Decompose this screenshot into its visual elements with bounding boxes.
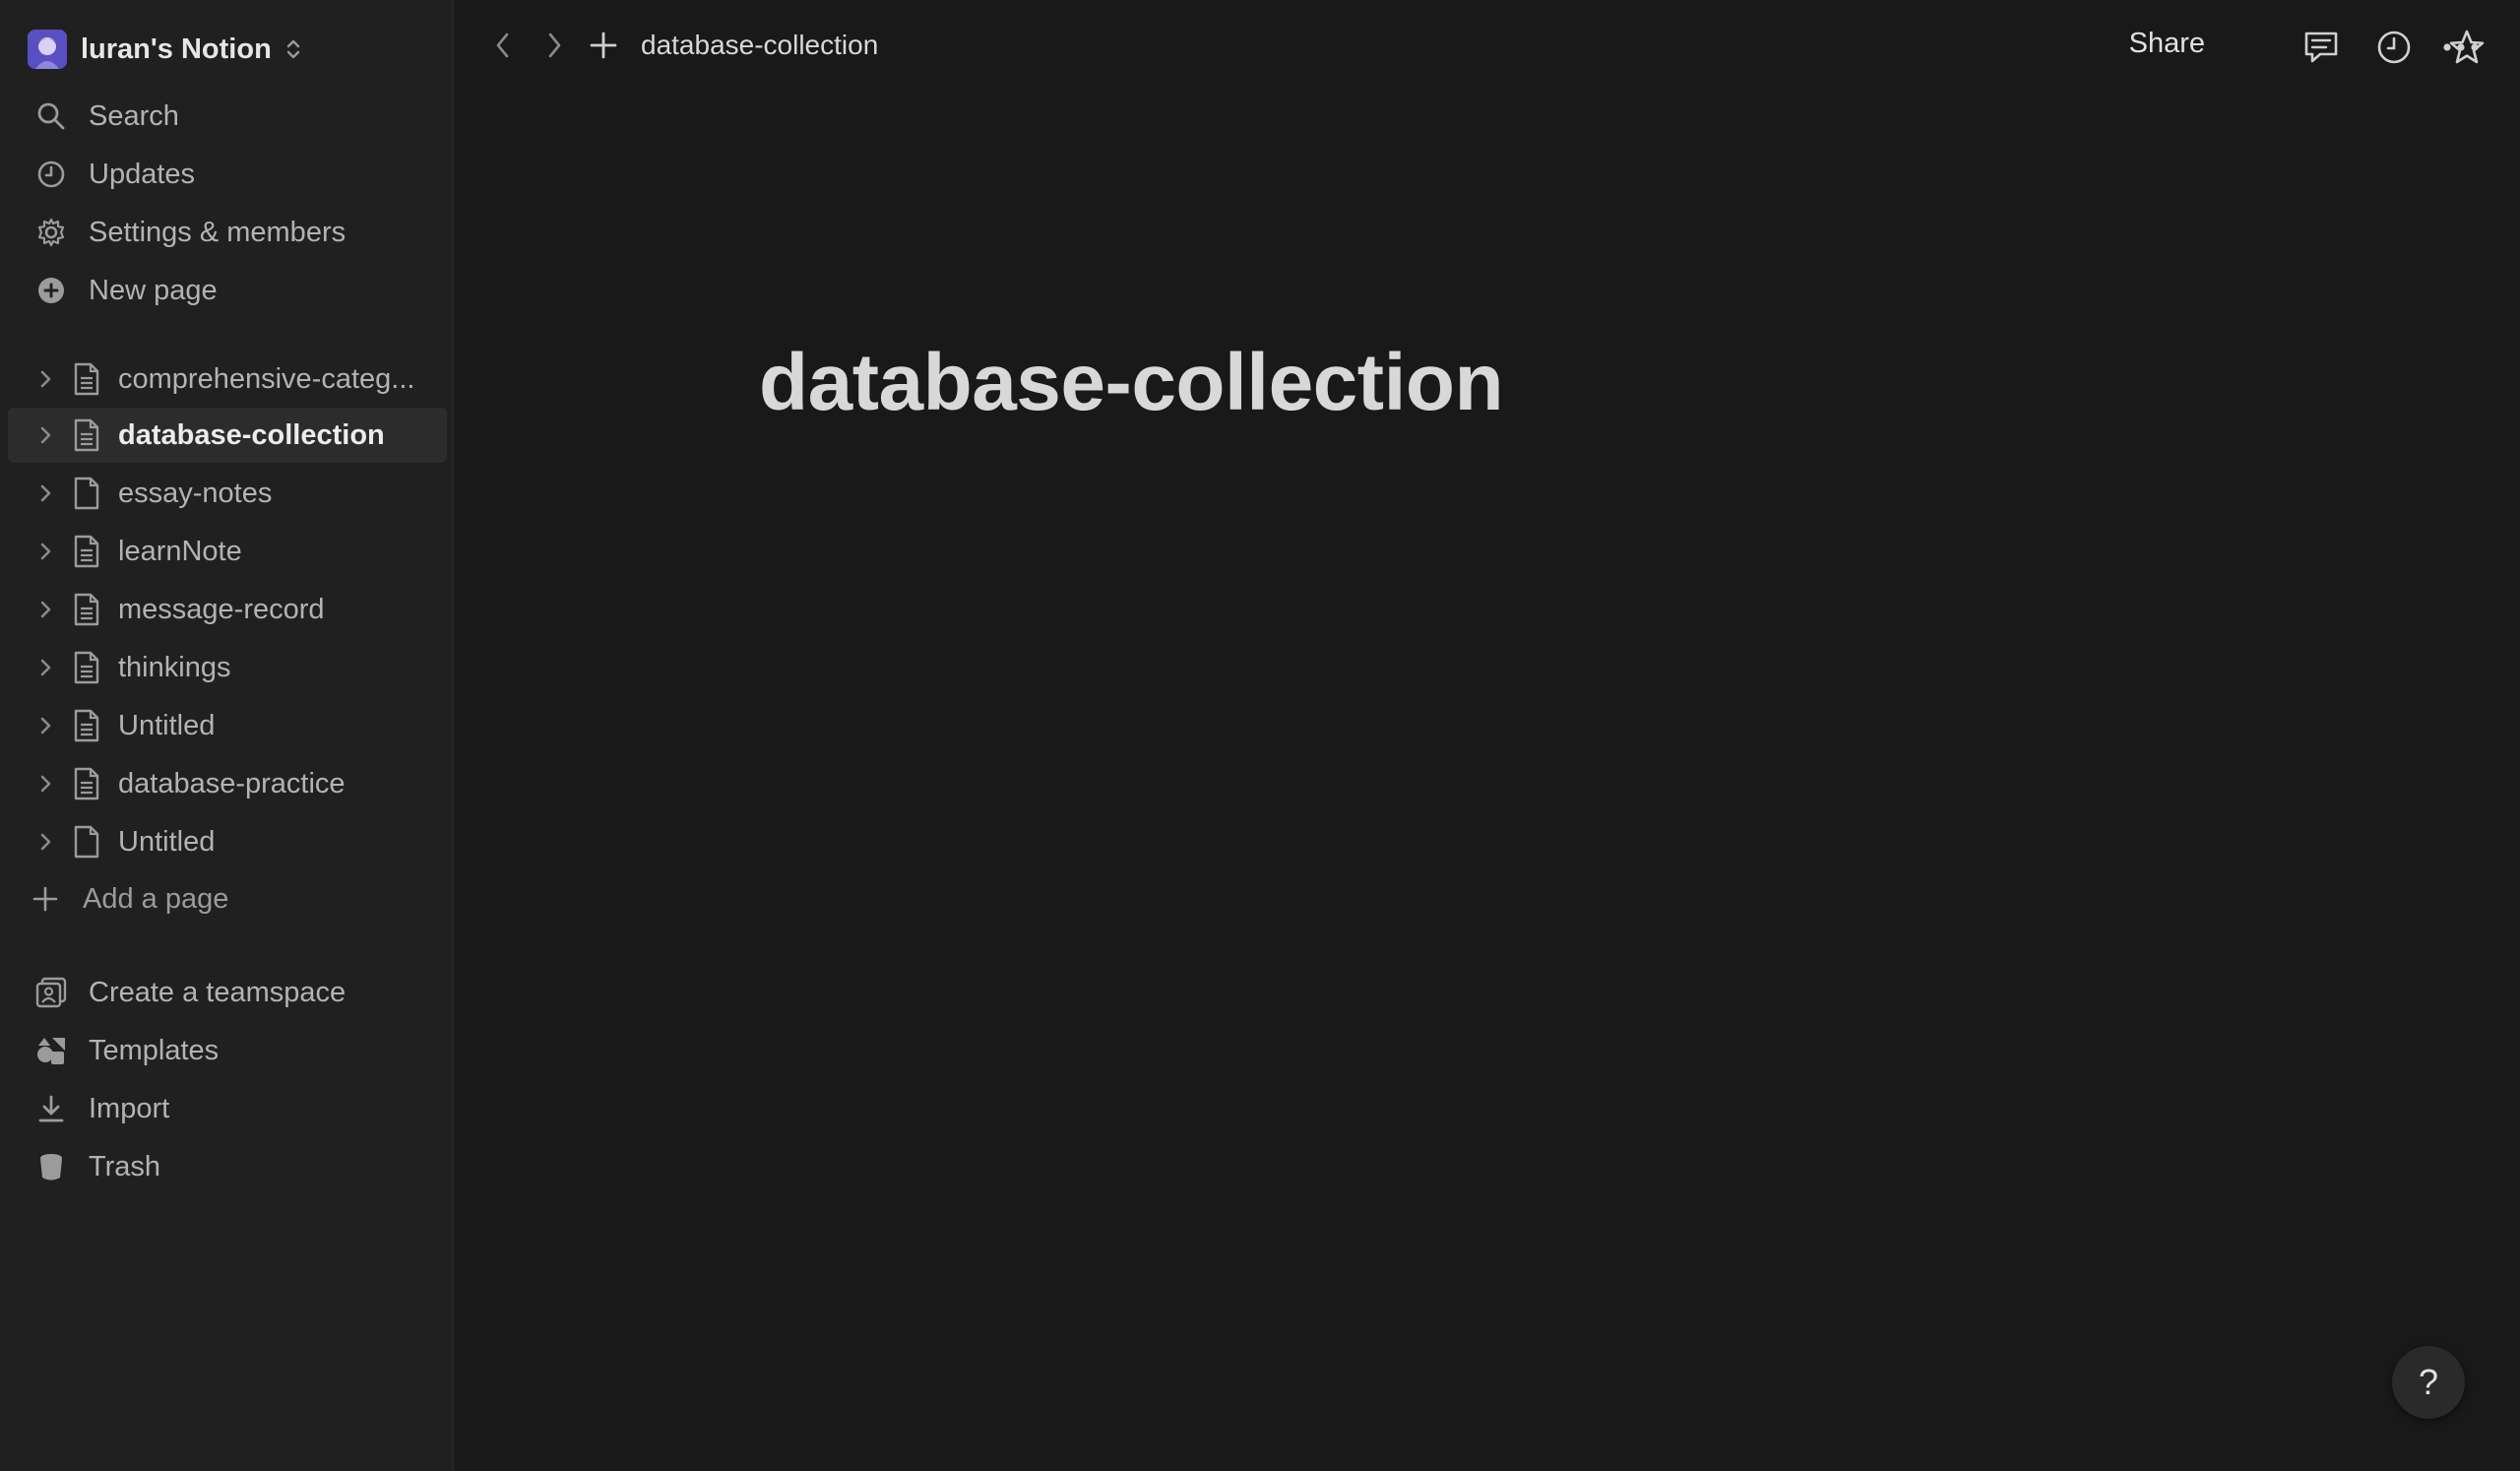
download-icon <box>33 1091 69 1126</box>
chevron-right-icon[interactable] <box>32 828 59 856</box>
page-icon <box>69 476 104 511</box>
sidebar-item-label: Create a teamspace <box>89 976 346 1008</box>
sidebar-item-label: Search <box>89 99 179 132</box>
topbar: database-collection Share <box>454 0 2520 98</box>
document-icon <box>69 766 104 801</box>
sidebar-item-create-teamspace[interactable]: Create a teamspace <box>8 967 447 1018</box>
document-icon <box>69 592 104 627</box>
document-icon <box>69 417 104 453</box>
add-page-label: Add a page <box>83 882 229 915</box>
sidebar-page-item[interactable]: message-record <box>8 582 447 637</box>
sidebar: luran's Notion Search Updates Settings &… <box>0 0 454 1471</box>
sidebar-page-label: learnNote <box>118 535 242 567</box>
chevron-updown-icon <box>284 36 303 62</box>
chevron-right-icon[interactable] <box>32 654 59 681</box>
sidebar-page-label: Untitled <box>118 825 216 858</box>
notion-app: luran's Notion Search Updates Settings &… <box>0 0 2520 1471</box>
breadcrumb[interactable]: database-collection <box>641 30 878 61</box>
plus-circle-icon <box>33 273 69 308</box>
chevron-right-icon[interactable] <box>32 480 59 507</box>
chevron-right-icon[interactable] <box>32 421 59 449</box>
workspace-avatar <box>28 30 67 69</box>
sidebar-page-item[interactable]: learnNote <box>8 524 447 579</box>
clock-icon <box>33 157 69 192</box>
document-icon <box>69 361 104 397</box>
sidebar-page-item[interactable]: Untitled <box>8 814 447 869</box>
sidebar-page-label: comprehensive-categ... <box>118 362 415 395</box>
sidebar-item-label: Trash <box>89 1150 161 1183</box>
teamspace-icon <box>33 975 69 1010</box>
templates-icon <box>33 1033 69 1068</box>
sidebar-page-label: message-record <box>118 593 325 625</box>
chevron-right-icon[interactable] <box>32 770 59 798</box>
help-button[interactable]: ? <box>2392 1346 2465 1419</box>
sidebar-item-label: Settings & members <box>89 216 346 248</box>
plus-icon <box>28 881 63 917</box>
share-button[interactable]: Share <box>2129 28 2205 60</box>
gear-icon <box>33 215 69 250</box>
sidebar-item-settings[interactable]: Settings & members <box>8 207 447 258</box>
sidebar-item-new-page[interactable]: New page <box>8 265 447 316</box>
sidebar-page-item-active[interactable]: database-collection <box>8 408 447 463</box>
back-arrow-icon[interactable] <box>485 28 521 63</box>
sidebar-page-item[interactable]: comprehensive-categ... <box>8 352 447 407</box>
sidebar-item-search[interactable]: Search <box>8 91 447 142</box>
add-new-page-icon[interactable] <box>586 28 621 63</box>
sidebar-page-label: database-collection <box>118 418 385 451</box>
document-icon <box>69 650 104 685</box>
sidebar-item-updates[interactable]: Updates <box>8 149 447 200</box>
page-title[interactable]: database-collection <box>759 337 1504 429</box>
sidebar-page-label: Untitled <box>118 709 216 741</box>
sidebar-item-label: Updates <box>89 158 196 190</box>
document-icon <box>69 534 104 569</box>
sidebar-page-label: thinkings <box>118 651 231 683</box>
chevron-right-icon[interactable] <box>32 365 59 393</box>
sidebar-item-trash[interactable]: Trash <box>8 1141 447 1192</box>
chevron-right-icon[interactable] <box>32 596 59 623</box>
history-clock-icon[interactable] <box>2372 26 2416 69</box>
add-page-button[interactable]: Add a page <box>8 873 447 925</box>
sidebar-page-item[interactable]: thinkings <box>8 640 447 695</box>
forward-arrow-icon[interactable] <box>536 28 572 63</box>
chevron-right-icon[interactable] <box>32 712 59 739</box>
workspace-name: luran's Notion <box>81 32 272 65</box>
trash-icon <box>33 1149 69 1184</box>
chevron-right-icon[interactable] <box>32 538 59 565</box>
document-icon <box>69 708 104 743</box>
sidebar-page-item[interactable]: essay-notes <box>8 466 447 521</box>
page-icon <box>69 824 104 860</box>
sidebar-page-item[interactable]: Untitled <box>8 698 447 753</box>
sidebar-page-label: essay-notes <box>118 477 273 509</box>
more-options-icon[interactable] <box>2439 26 2483 69</box>
sidebar-item-label: Import <box>89 1092 170 1124</box>
comment-icon[interactable] <box>2300 26 2343 69</box>
sidebar-item-label: New page <box>89 274 218 306</box>
sidebar-item-label: Templates <box>89 1034 220 1066</box>
search-icon <box>33 98 69 134</box>
sidebar-page-label: database-practice <box>118 767 346 799</box>
workspace-switcher[interactable]: luran's Notion <box>28 24 303 75</box>
sidebar-item-import[interactable]: Import <box>8 1083 447 1134</box>
sidebar-item-templates[interactable]: Templates <box>8 1025 447 1076</box>
sidebar-page-item[interactable]: database-practice <box>8 756 447 811</box>
